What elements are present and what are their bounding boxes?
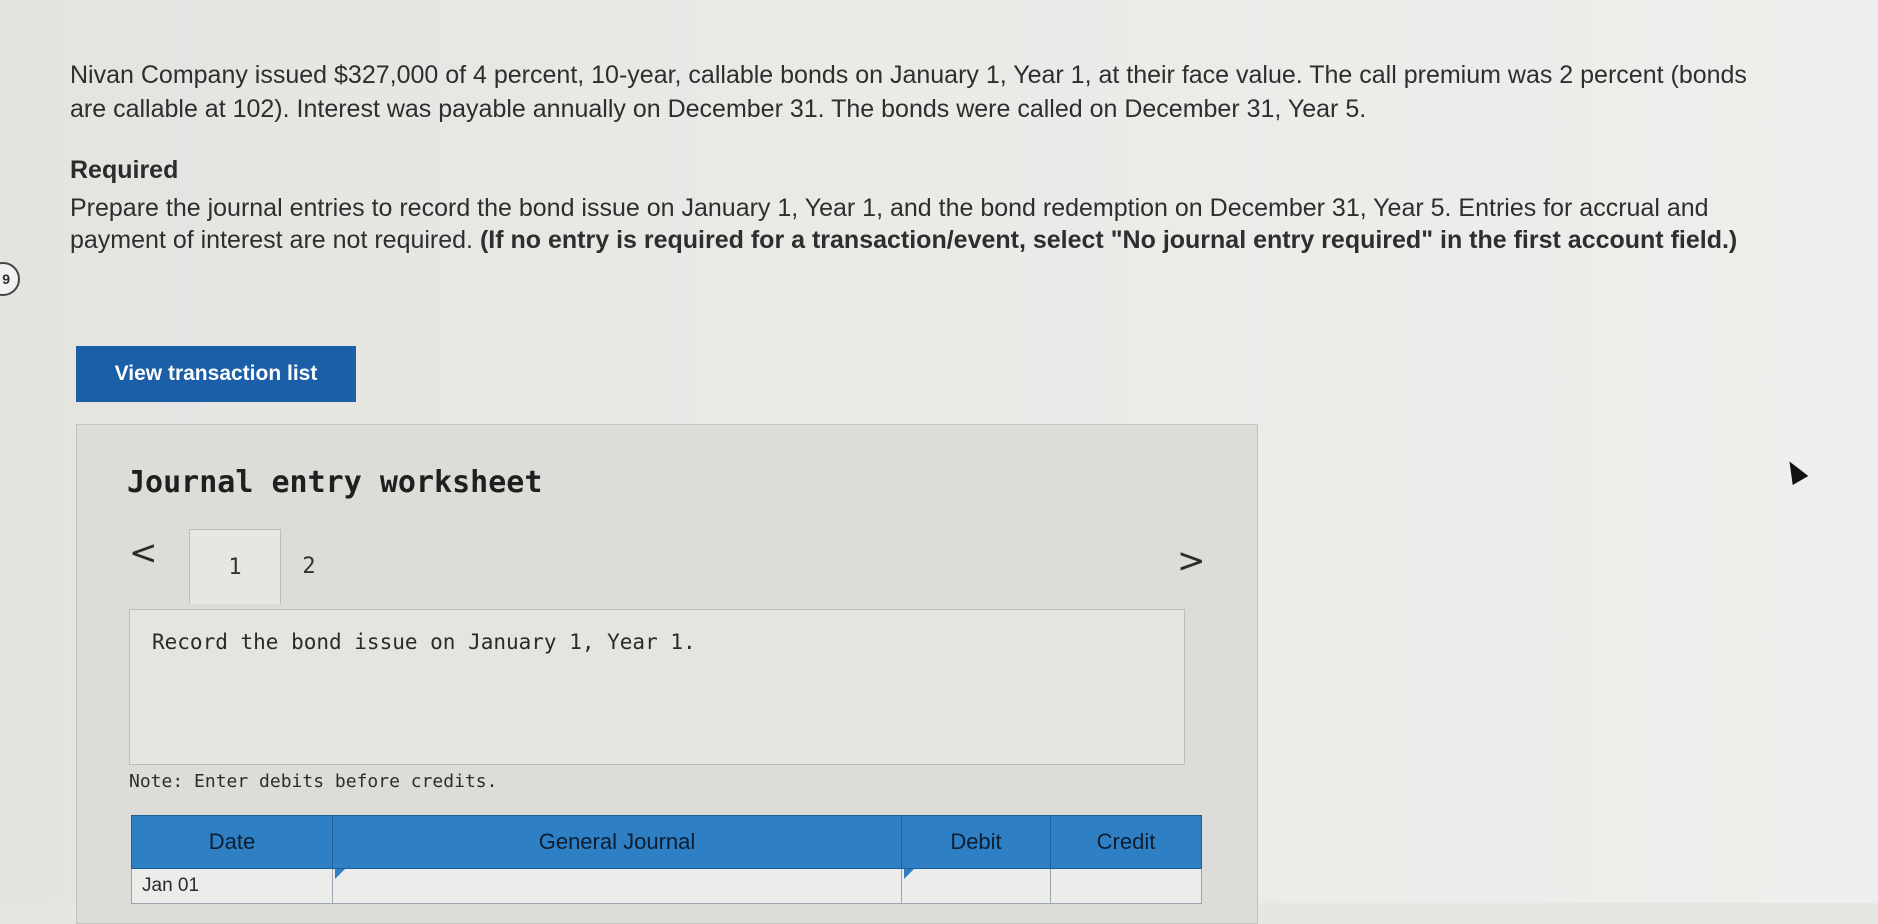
account-field[interactable] — [332, 868, 902, 904]
chevron-left-icon[interactable]: < — [129, 533, 158, 573]
table-row: Jan 01 — [131, 868, 1202, 904]
instructions: Prepare the journal entries to record th… — [70, 192, 1770, 256]
credit-field[interactable] — [1050, 868, 1202, 904]
journal-entry-worksheet: Journal entry worksheet < 1 2 > Record t… — [76, 424, 1258, 924]
header-general-journal: General Journal — [332, 815, 902, 869]
header-date: Date — [131, 815, 333, 869]
question-number: 9 — [2, 271, 10, 287]
debits-note: Note: Enter debits before credits. — [129, 771, 498, 792]
entry-prompt-box: Record the bond issue on January 1, Year… — [129, 609, 1185, 765]
date-cell[interactable]: Jan 01 — [131, 868, 333, 904]
tab-label: 1 — [228, 554, 242, 580]
debit-field[interactable] — [901, 868, 1051, 904]
instructions-emphasis: (If no entry is required for a transacti… — [479, 226, 1738, 254]
tab-entry-1[interactable]: 1 — [189, 529, 281, 604]
dropdown-marker-icon — [335, 869, 345, 879]
tab-label: 2 — [302, 553, 316, 579]
required-heading: Required — [70, 156, 179, 184]
worksheet-title: Journal entry worksheet — [127, 465, 543, 500]
view-transaction-list-button[interactable]: View transaction list — [76, 346, 356, 402]
entry-prompt: Record the bond issue on January 1, Year… — [152, 630, 696, 654]
chevron-right-icon[interactable]: > — [1177, 541, 1206, 581]
dropdown-marker-icon — [904, 869, 914, 879]
header-credit: Credit — [1050, 815, 1202, 869]
tab-entry-2[interactable]: 2 — [279, 529, 339, 603]
table-header-row: Date General Journal Debit Credit — [131, 815, 1202, 869]
journal-table: Date General Journal Debit Credit Jan 01 — [131, 815, 1202, 904]
problem-statement: Nivan Company issued $327,000 of 4 perce… — [70, 61, 1747, 123]
header-debit: Debit — [901, 815, 1051, 869]
